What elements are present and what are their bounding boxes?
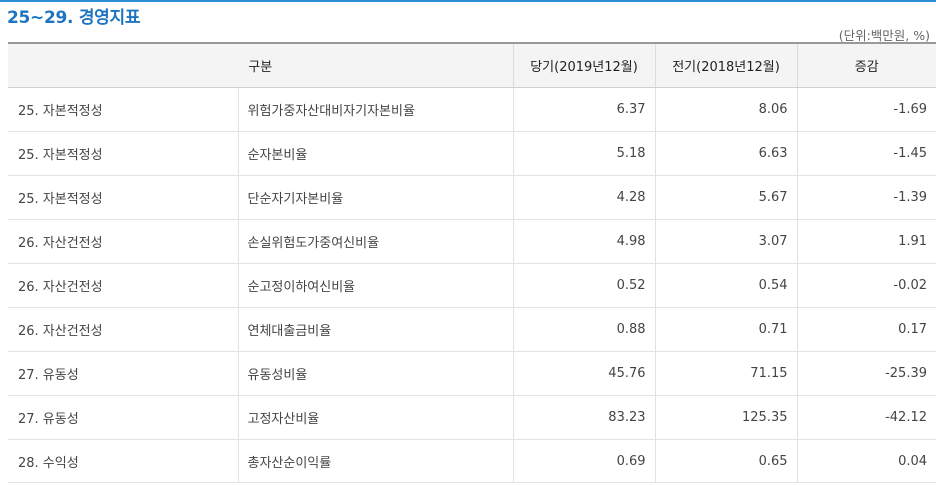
row-previous-value: 6.63 — [654, 131, 798, 176]
row-previous-value: 8.06 — [654, 87, 798, 132]
row-item: 순자본비율 — [237, 131, 514, 176]
table-row: 27. 유동성 유동성비율 45.76 71.15 -25.39 — [8, 351, 936, 396]
table-row: 26. 자산건전성 순고정이하여신비율 0.52 0.54 -0.02 — [8, 263, 936, 308]
table-row: 27. 유동성 고정자산비율 83.23 125.35 -42.12 — [8, 395, 936, 440]
row-previous-value: 5.67 — [654, 175, 798, 220]
table-row: 26. 자산건전성 손실위험도가중여신비율 4.98 3.07 1.91 — [8, 219, 936, 264]
table-row: 26. 자산건전성 연체대출금비율 0.88 0.71 0.17 — [8, 307, 936, 352]
row-previous-value: 0.54 — [654, 263, 798, 308]
row-item: 총자산순이익률 — [237, 439, 514, 483]
header-category: 구분 — [8, 42, 514, 88]
table-row: 28. 수익성 총자산순이익률 0.69 0.65 0.04 — [8, 439, 936, 483]
metrics-table: 구분 당기(2019년12월) 전기(2018년12월) 증감 25. 자본적정… — [8, 42, 936, 483]
row-change-value: -42.12 — [796, 395, 936, 440]
row-change-value: -1.39 — [796, 175, 936, 220]
row-item: 연체대출금비율 — [237, 307, 514, 352]
header-current-period: 당기(2019년12월) — [512, 42, 656, 88]
row-change-value: -25.39 — [796, 351, 936, 396]
row-category: 26. 자산건전성 — [8, 263, 238, 308]
row-item: 순고정이하여신비율 — [237, 263, 514, 308]
row-current-value: 6.37 — [512, 87, 656, 132]
row-current-value: 0.69 — [512, 439, 656, 483]
row-current-value: 0.88 — [512, 307, 656, 352]
table-row: 25. 자본적정성 위험가중자산대비자기자본비율 6.37 8.06 -1.69 — [8, 87, 936, 132]
top-accent-rule — [0, 0, 936, 2]
row-category: 25. 자본적정성 — [8, 175, 238, 220]
row-previous-value: 3.07 — [654, 219, 798, 264]
row-item: 유동성비율 — [237, 351, 514, 396]
row-current-value: 4.28 — [512, 175, 656, 220]
row-category: 25. 자본적정성 — [8, 131, 238, 176]
page-title: 25~29. 경영지표 — [7, 8, 141, 28]
row-current-value: 4.98 — [512, 219, 656, 264]
row-change-value: 1.91 — [796, 219, 936, 264]
row-current-value: 45.76 — [512, 351, 656, 396]
row-previous-value: 71.15 — [654, 351, 798, 396]
row-category: 27. 유동성 — [8, 395, 238, 440]
row-category: 26. 자산건전성 — [8, 307, 238, 352]
row-item: 손실위험도가중여신비율 — [237, 219, 514, 264]
row-previous-value: 125.35 — [654, 395, 798, 440]
row-category: 28. 수익성 — [8, 439, 238, 483]
row-item: 단순자기자본비율 — [237, 175, 514, 220]
table-row: 25. 자본적정성 순자본비율 5.18 6.63 -1.45 — [8, 131, 936, 176]
row-item: 고정자산비율 — [237, 395, 514, 440]
row-current-value: 0.52 — [512, 263, 656, 308]
row-previous-value: 0.65 — [654, 439, 798, 483]
row-change-value: 0.04 — [796, 439, 936, 483]
row-change-value: -1.69 — [796, 87, 936, 132]
row-item: 위험가중자산대비자기자본비율 — [237, 87, 514, 132]
row-change-value: 0.17 — [796, 307, 936, 352]
row-current-value: 83.23 — [512, 395, 656, 440]
row-change-value: -0.02 — [796, 263, 936, 308]
row-current-value: 5.18 — [512, 131, 656, 176]
row-category: 25. 자본적정성 — [8, 87, 238, 132]
header-previous-period: 전기(2018년12월) — [654, 42, 798, 88]
row-change-value: -1.45 — [796, 131, 936, 176]
row-category: 27. 유동성 — [8, 351, 238, 396]
table-row: 25. 자본적정성 단순자기자본비율 4.28 5.67 -1.39 — [8, 175, 936, 220]
row-previous-value: 0.71 — [654, 307, 798, 352]
row-category: 26. 자산건전성 — [8, 219, 238, 264]
table-header-row: 구분 당기(2019년12월) 전기(2018년12월) 증감 — [8, 42, 936, 88]
header-change: 증감 — [796, 42, 936, 88]
